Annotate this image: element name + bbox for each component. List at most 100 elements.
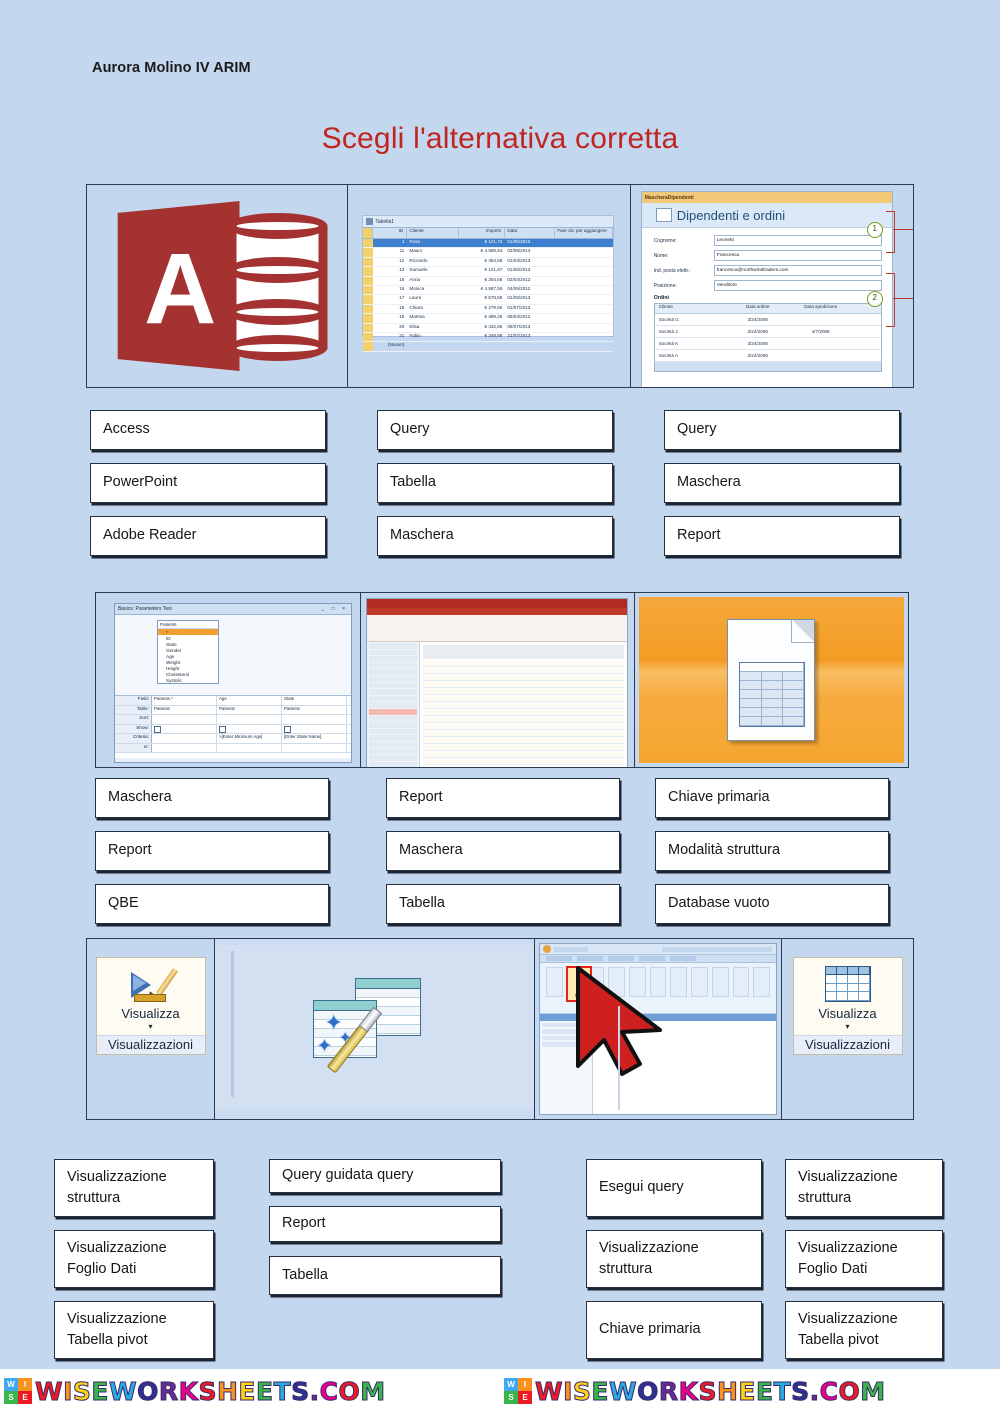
- table-row[interactable]: 12 Riccardo € 354,58 01/03/2013: [363, 257, 614, 268]
- option-label: Esegui query: [599, 1179, 684, 1196]
- q1-option-group-3: Query Maschera Report: [664, 410, 900, 569]
- option-box[interactable]: Query: [664, 410, 900, 450]
- views-group-label: Visualizzazioni: [793, 1035, 902, 1054]
- qbe-cell[interactable]: >[Enter Minimum Age]: [217, 734, 282, 743]
- table-row[interactable]: 1 Rosa € 121,72 01/05/2013: [363, 239, 614, 249]
- option-box[interactable]: Visualizzazione struttura: [586, 1230, 762, 1288]
- table-row[interactable]: 11 Mauro € 4.588,54 02/05/2013: [363, 248, 614, 258]
- chevron-down-icon[interactable]: ▾: [794, 1022, 902, 1031]
- field-value[interactable]: Venditore: [713, 280, 882, 291]
- table-row[interactable]: 20 Elisa € 432,55 05/07/2013: [363, 323, 614, 333]
- qbe-cell[interactable]: Patients: [282, 705, 347, 714]
- option-box[interactable]: Tabella: [386, 884, 620, 924]
- qbe-row-label: Criteria:: [115, 734, 152, 743]
- qbe-cell[interactable]: [152, 724, 217, 733]
- q3-panel-run-query: ! Run: [535, 939, 782, 1119]
- report-name: [423, 645, 625, 659]
- qbe-grid-row: or:: [115, 743, 351, 753]
- report-navigation-pane[interactable]: [367, 642, 421, 767]
- table-row[interactable]: 13 Samuele € 121,87 01/06/2013: [363, 267, 614, 277]
- option-box[interactable]: QBE: [95, 884, 329, 924]
- view-button-design[interactable]: Visualizza ▾ Visualizzazioni: [95, 957, 206, 1055]
- table-cell: 01/07/2013: [507, 304, 531, 310]
- report-document: [420, 642, 628, 767]
- chevron-down-icon[interactable]: ▾: [97, 1022, 205, 1031]
- option-box[interactable]: Report: [95, 831, 329, 871]
- qbe-cell[interactable]: Patients: [217, 705, 282, 714]
- datasheet-tab-label: Tabella1: [375, 218, 395, 225]
- subform-row[interactable]: Società A 3/24/2006: [654, 350, 881, 362]
- table-row[interactable]: 15 Anna € 254,58 02/04/2012: [363, 276, 614, 286]
- option-box[interactable]: Visualizzazione struttura: [54, 1159, 214, 1217]
- subform-cell: 4/7/2006: [811, 329, 830, 334]
- qbe-cell[interactable]: [152, 743, 217, 752]
- report-ribbon-tabs[interactable]: [367, 608, 628, 615]
- form-field[interactable]: Nome: Francesca: [654, 250, 882, 261]
- option-label: Visualizzazione struttura: [599, 1239, 699, 1277]
- option-box[interactable]: PowerPoint: [90, 463, 326, 503]
- table-row[interactable]: 17 Laura € 578,58 01/05/2013: [363, 295, 614, 305]
- table-row[interactable]: 16 Monica € 4.587,58 04/05/2012: [363, 285, 614, 296]
- qbe-cell[interactable]: [217, 724, 282, 733]
- qbe-cell[interactable]: [Enter State Name]: [282, 734, 347, 743]
- form-field[interactable]: Cognome: Leonetti: [654, 235, 882, 246]
- subform-row[interactable]: Società J 3/24/2006 4/7/2006: [654, 326, 881, 338]
- qbe-cell[interactable]: [282, 715, 347, 724]
- option-box[interactable]: Query: [377, 410, 613, 450]
- qbe-cell[interactable]: State: [282, 696, 347, 705]
- option-box[interactable]: Maschera: [95, 778, 329, 818]
- subform-row[interactable]: Società G 3/24/2006: [654, 314, 881, 326]
- qbe-cell[interactable]: [282, 724, 347, 733]
- option-box[interactable]: Adobe Reader: [90, 516, 326, 556]
- option-box[interactable]: Database vuoto: [655, 884, 889, 924]
- qbe-row-label: Field:: [115, 696, 152, 705]
- qbe-cell[interactable]: [282, 743, 347, 752]
- form-field[interactable]: Posizione: Venditore: [654, 280, 882, 291]
- option-box[interactable]: Visualizzazione Tabella pivot: [54, 1301, 214, 1359]
- option-box[interactable]: Query guidata query: [269, 1159, 501, 1193]
- report-ribbon[interactable]: [367, 615, 628, 642]
- option-box[interactable]: Maschera: [664, 463, 900, 503]
- table-row[interactable]: 21 Fabio € 348,89 21/07/2013: [363, 332, 614, 343]
- option-box[interactable]: Report: [386, 778, 620, 818]
- qbe-cell[interactable]: [217, 715, 282, 724]
- q1-panel-access-form: MascheraDipendenti Dipendenti e ordini C…: [630, 185, 913, 387]
- field-value[interactable]: francesca@northwindtraders.com: [713, 265, 882, 276]
- qbe-cell[interactable]: Age: [217, 696, 282, 705]
- option-box[interactable]: Tabella: [269, 1256, 501, 1295]
- option-box[interactable]: Visualizzazione Foglio Dati: [54, 1230, 214, 1288]
- option-box[interactable]: Chiave primaria: [586, 1301, 762, 1359]
- field-value[interactable]: Leonetti: [713, 235, 882, 246]
- table-row[interactable]: 19 Martina € 489,25 05/03/2012: [363, 314, 614, 324]
- option-box[interactable]: Maschera: [377, 516, 613, 556]
- qbe-cell[interactable]: [152, 715, 217, 724]
- option-box[interactable]: Esegui query: [586, 1159, 762, 1217]
- quick-access-toolbar[interactable]: [554, 946, 588, 952]
- option-box[interactable]: Visualizzazione struttura: [785, 1159, 943, 1217]
- option-box[interactable]: Modalità struttura: [655, 831, 889, 871]
- window-controls[interactable]: _ □ ×: [322, 606, 349, 612]
- option-box[interactable]: Visualizzazione Foglio Dati: [785, 1230, 943, 1288]
- field-list-item[interactable]: Systolic: [158, 677, 218, 683]
- office-orb-icon[interactable]: [543, 945, 551, 953]
- form-field[interactable]: Ind. posta elettr.: francesca@northwindtr…: [654, 265, 882, 276]
- subform-row[interactable]: Società K 3/24/2006: [654, 338, 881, 350]
- option-box[interactable]: Access: [90, 410, 326, 450]
- table-row[interactable]: 18 Chiara € 279,60 01/07/2013: [363, 304, 614, 315]
- qbe-cell[interactable]: [152, 734, 217, 743]
- option-box[interactable]: Maschera: [386, 831, 620, 871]
- q2-option-group-2: Report Maschera Tabella: [386, 778, 620, 937]
- view-button-datasheet[interactable]: Visualizza ▾ Visualizzazioni: [792, 957, 903, 1055]
- qbe-cell[interactable]: Patients.*: [152, 696, 217, 705]
- option-box[interactable]: Visualizzazione Tabella pivot: [785, 1301, 943, 1359]
- option-box[interactable]: Report: [269, 1206, 501, 1242]
- field-value[interactable]: Francesca: [713, 250, 882, 261]
- option-box[interactable]: Tabella: [377, 463, 613, 503]
- qbe-cell[interactable]: Patients: [152, 705, 217, 714]
- qbe-cell[interactable]: [217, 743, 282, 752]
- option-box[interactable]: Report: [664, 516, 900, 556]
- datasheet-header-row: ID Cliente Importo Data Fare clic per ag…: [363, 228, 614, 239]
- table-cell: 1: [401, 239, 405, 244]
- ribbon-tabs[interactable]: [540, 955, 776, 963]
- option-box[interactable]: Chiave primaria: [655, 778, 889, 818]
